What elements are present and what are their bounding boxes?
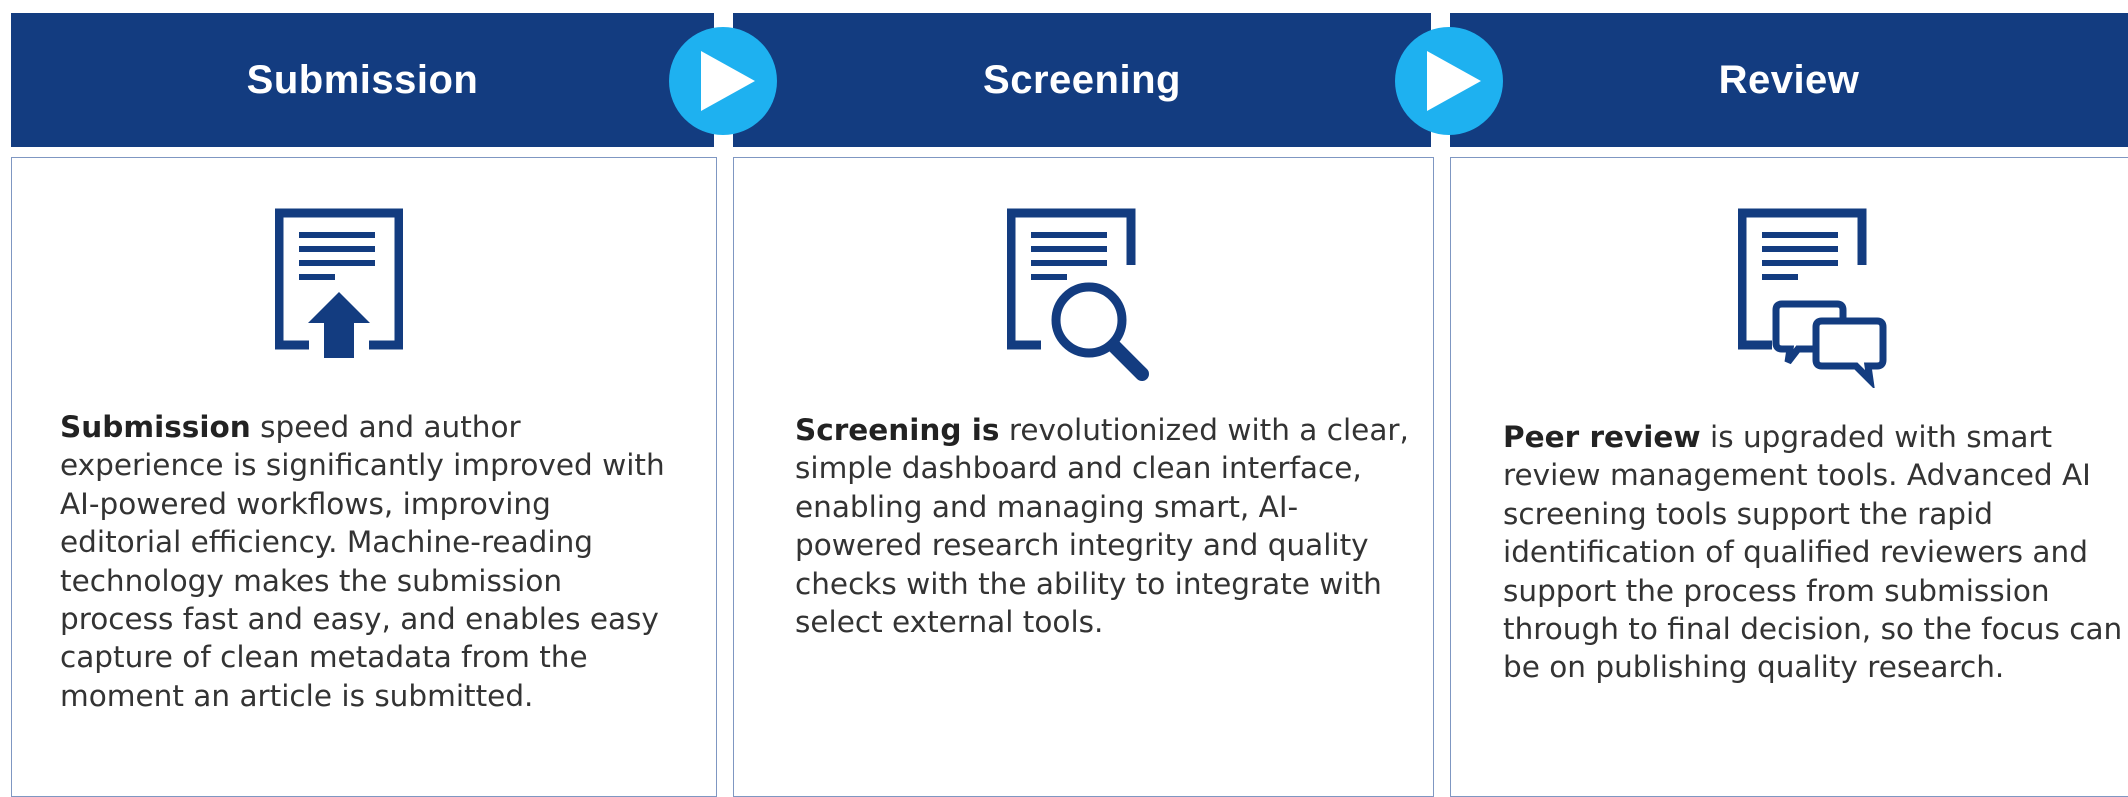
step-description: Peer review is upgraded with smart revie… — [1503, 418, 2128, 687]
step-header-review: Review — [1450, 13, 2128, 147]
step-title: Submission — [246, 57, 479, 102]
step-description: Screening is revolutionized with a clear… — [795, 411, 1415, 641]
step-header-submission: Submission — [11, 13, 714, 147]
document-upload-icon — [274, 208, 404, 363]
arrow-right-icon — [669, 27, 777, 135]
step-header-screening: Screening — [733, 13, 1431, 147]
arrow-right-icon — [1395, 27, 1503, 135]
document-comments-icon — [1737, 208, 1888, 393]
step-description: Submission speed and author experience i… — [60, 408, 680, 715]
step-card-submission: Submission speed and author experience i… — [11, 157, 717, 797]
description-text: speed and author experience is significa… — [60, 410, 665, 713]
description-text: is upgraded with smart review management… — [1503, 420, 2123, 685]
step-title: Screening — [983, 57, 1181, 102]
document-search-icon — [1006, 208, 1157, 388]
step-card-review: Peer review is upgraded with smart revie… — [1450, 157, 2128, 797]
step-card-screening: Screening is revolutionized with a clear… — [733, 157, 1434, 797]
description-bold: Submission — [60, 410, 251, 444]
description-bold: Peer review — [1503, 420, 1701, 454]
step-title: Review — [1718, 57, 1860, 102]
description-bold: Screening is — [795, 413, 1000, 447]
